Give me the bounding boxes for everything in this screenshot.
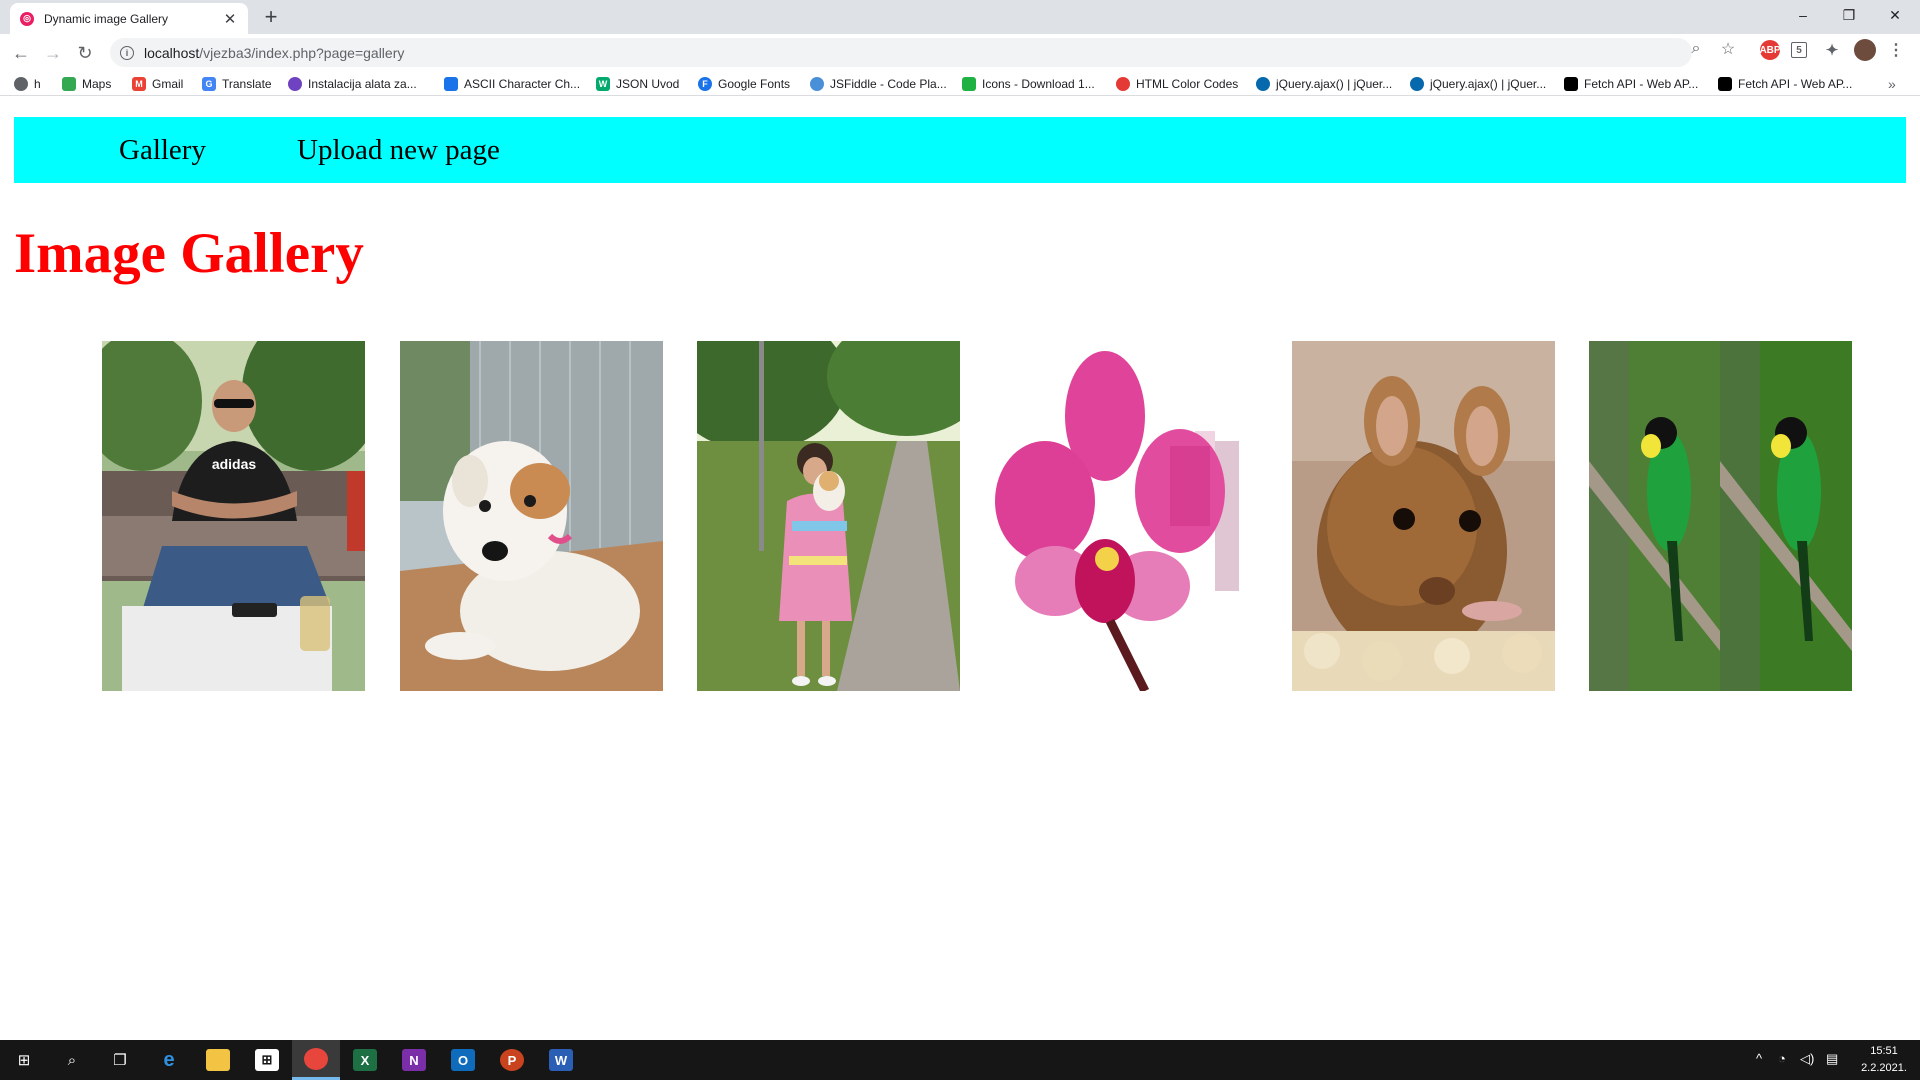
taskbar: ⊞ ⌕ ❐ e ⊞ X N O P W ^ ◔ ◁) ▤ 15:51 2.2.2… xyxy=(0,1040,1920,1080)
calendar-extension-icon[interactable]: 5 xyxy=(1791,42,1807,58)
forward-button[interactable]: → xyxy=(40,40,66,66)
adblock-icon[interactable]: ABP xyxy=(1759,40,1781,60)
bookmark-item[interactable]: F Google Fonts xyxy=(698,75,790,92)
icons8-icon xyxy=(962,76,976,91)
file-explorer-icon[interactable] xyxy=(194,1040,242,1080)
chrome-icon[interactable] xyxy=(292,1040,340,1080)
maps-icon xyxy=(62,76,76,91)
bookmark-icon xyxy=(444,76,458,91)
gallery-image-parrots[interactable] xyxy=(1589,341,1852,691)
photo-girl-icon xyxy=(697,341,960,691)
reload-button[interactable]: ↻ xyxy=(72,40,98,66)
gmail-icon: M xyxy=(132,76,146,91)
tray-overflow-icon[interactable]: ^ xyxy=(1756,1051,1762,1066)
mdn-icon xyxy=(1564,76,1578,91)
bookmark-item[interactable]: Fetch API - Web AP... xyxy=(1718,75,1852,92)
bookmark-item[interactable]: ASCII Character Ch... xyxy=(444,75,580,92)
url-host: localhost xyxy=(144,44,200,61)
gallery-image-orchid[interactable] xyxy=(995,341,1258,691)
store-icon[interactable]: ⊞ xyxy=(243,1040,291,1080)
restore-button[interactable]: ❐ xyxy=(1826,0,1872,30)
bookmark-item[interactable]: jQuery.ajax() | jQuer... xyxy=(1256,75,1392,92)
profile-avatar[interactable] xyxy=(1854,39,1876,61)
browser-tab[interactable]: ◎ Dynamic image Gallery ✕ xyxy=(10,3,248,34)
powerpoint-icon[interactable]: P xyxy=(488,1040,536,1080)
more-bookmarks-button[interactable]: » xyxy=(1888,75,1896,92)
onenote-icon[interactable]: N xyxy=(390,1040,438,1080)
back-button[interactable]: ← xyxy=(8,40,34,66)
close-window-button[interactable]: ✕ xyxy=(1872,0,1918,30)
fonts-icon: F xyxy=(698,76,712,91)
color-icon xyxy=(1116,76,1130,91)
gallery-image-man[interactable]: adidas xyxy=(102,341,365,691)
bookmark-item[interactable]: Icons - Download 1... xyxy=(962,75,1095,92)
bookmark-icon xyxy=(288,76,302,91)
page-viewport: Gallery Upload new page Image Gallery ad… xyxy=(0,96,1920,1040)
gallery-image-dog[interactable] xyxy=(400,341,663,691)
address-bar[interactable]: i localhost/vjezba3/index.php?page=galle… xyxy=(110,38,1692,67)
translate-icon: G xyxy=(202,76,216,91)
bookmark-item[interactable]: Instalacija alata za... xyxy=(288,75,417,92)
menu-kebab-icon[interactable]: ⋮ xyxy=(1886,40,1906,60)
minimize-button[interactable]: – xyxy=(1780,0,1826,30)
notifications-icon[interactable]: ▤ xyxy=(1826,1051,1838,1067)
nav-link-upload[interactable]: Upload new page xyxy=(297,133,500,167)
tab-favicon-icon: ◎ xyxy=(20,11,34,26)
cloud-icon xyxy=(810,76,824,91)
tab-title: Dynamic image Gallery xyxy=(44,11,169,26)
tab-strip: ◎ Dynamic image Gallery ✕ + – ❐ ✕ xyxy=(0,0,1920,34)
excel-icon[interactable]: X xyxy=(341,1040,389,1080)
bookmark-item[interactable]: JSFiddle - Code Pla... xyxy=(810,75,947,92)
outlook-icon[interactable]: O xyxy=(439,1040,487,1080)
bookmarks-bar: h Maps M Gmail G Translate Instalacija ala… xyxy=(0,71,1920,96)
clock[interactable]: 15:51 2.2.2021. xyxy=(1856,1043,1912,1077)
clock-date: 2.2.2021. xyxy=(1861,1062,1907,1074)
page-title: Image Gallery xyxy=(14,222,364,285)
w3schools-icon: W xyxy=(596,76,610,91)
edge-icon[interactable]: e xyxy=(145,1040,193,1080)
bookmark-star-icon[interactable]: ☆ xyxy=(1718,39,1738,59)
photo-mouse-icon xyxy=(1292,341,1555,691)
photo-parrots-icon xyxy=(1589,341,1852,691)
jquery-icon xyxy=(1410,76,1424,91)
network-icon[interactable]: ◔ xyxy=(1778,1051,1786,1066)
zoom-icon[interactable]: ⌕ xyxy=(1686,39,1706,59)
photo-man-icon: adidas xyxy=(102,341,365,691)
site-nav: Gallery Upload new page xyxy=(14,117,1906,183)
word-icon[interactable]: W xyxy=(537,1040,585,1080)
nav-link-gallery[interactable]: Gallery xyxy=(119,133,206,167)
search-icon[interactable]: ⌕ xyxy=(48,1040,96,1080)
extensions-icon[interactable]: ✦ xyxy=(1822,40,1842,60)
site-info-icon[interactable]: i xyxy=(120,45,134,60)
gallery-image-girl[interactable] xyxy=(697,341,960,691)
bookmark-item[interactable]: h xyxy=(14,75,41,92)
new-tab-button[interactable]: + xyxy=(258,4,284,30)
bookmark-item[interactable]: G Translate xyxy=(202,75,272,92)
bookmark-item[interactable]: jQuery.ajax() | jQuer... xyxy=(1410,75,1546,92)
gallery-image-mouse[interactable] xyxy=(1292,341,1555,691)
photo-orchid-icon xyxy=(995,341,1258,691)
browser-toolbar: ← → ↻ i localhost/vjezba3/index.php?page… xyxy=(0,34,1920,71)
url-path: /vjezba3/index.php?page=gallery xyxy=(199,44,405,61)
globe-icon xyxy=(14,76,28,91)
task-view-icon[interactable]: ❐ xyxy=(96,1040,144,1080)
svg-text:adidas: adidas xyxy=(212,456,257,472)
mdn-icon xyxy=(1718,76,1732,91)
bookmark-item[interactable]: M Gmail xyxy=(132,75,183,92)
jquery-icon xyxy=(1256,76,1270,91)
photo-dog-icon xyxy=(400,341,663,691)
bookmark-item[interactable]: Fetch API - Web AP... xyxy=(1564,75,1698,92)
volume-icon[interactable]: ◁) xyxy=(1800,1051,1814,1067)
start-icon[interactable]: ⊞ xyxy=(0,1040,48,1080)
tab-close-icon[interactable]: ✕ xyxy=(222,11,238,28)
bookmark-item[interactable]: W JSON Uvod xyxy=(596,75,679,92)
clock-time: 15:51 xyxy=(1870,1045,1898,1057)
bookmark-item[interactable]: HTML Color Codes xyxy=(1116,75,1238,92)
bookmark-item[interactable]: Maps xyxy=(62,75,111,92)
